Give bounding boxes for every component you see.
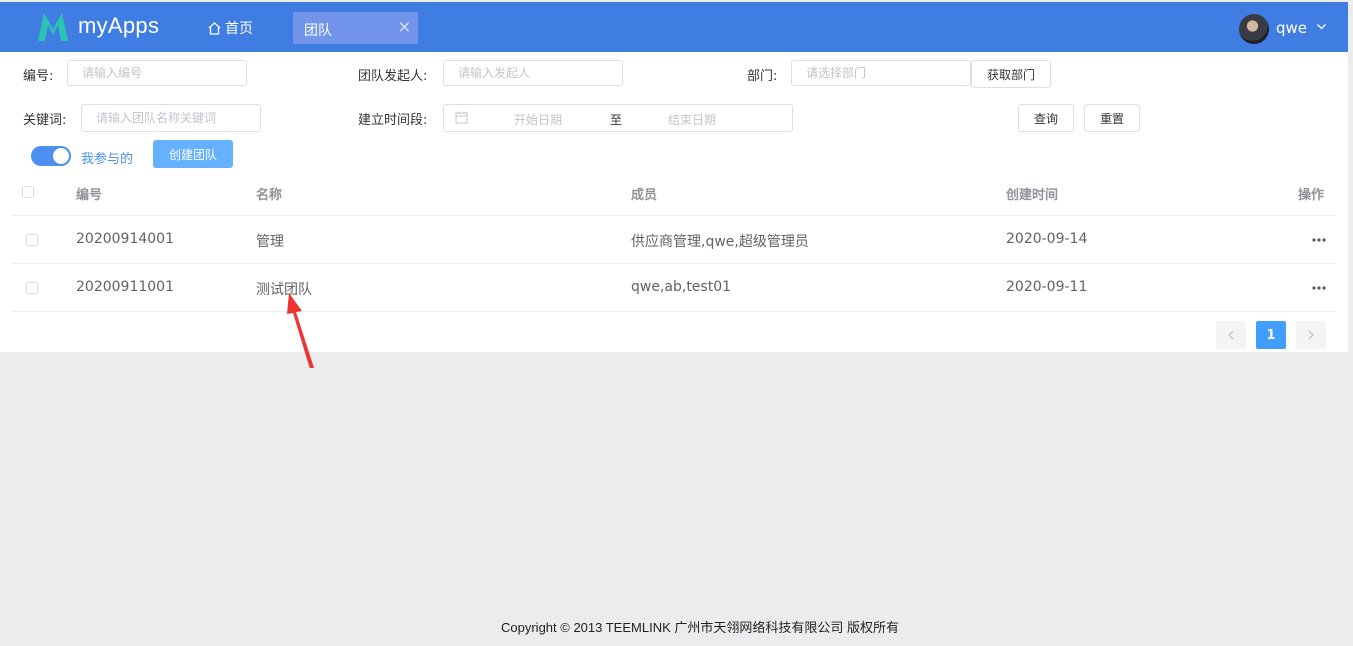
keyword-label: 关键词: <box>23 113 67 128</box>
create-team-button[interactable]: 创建团队 <box>153 140 233 168</box>
table-divider <box>11 263 1336 264</box>
more-icon[interactable] <box>1311 286 1327 290</box>
table-divider <box>11 311 1336 312</box>
row-checkbox[interactable] <box>26 282 38 294</box>
header-created: 创建时间 <box>1006 188 1059 203</box>
header-name: 名称 <box>256 188 283 203</box>
tab-team[interactable]: 团队 × <box>293 12 418 44</box>
row-name[interactable]: 管理 <box>256 231 284 251</box>
chevron-left-icon <box>1228 330 1234 340</box>
close-icon[interactable]: × <box>398 17 411 36</box>
department-label: 部门: <box>747 69 778 84</box>
top-nav-bar: myApps 首页 团队 × qwe <box>0 2 1348 52</box>
nav-home-label: 首页 <box>225 21 253 37</box>
select-all-checkbox[interactable] <box>22 186 34 198</box>
department-select[interactable] <box>791 60 971 86</box>
table-divider <box>11 215 1336 216</box>
footer-copyright: Copyright © 2013 TEEMLINK 广州市天翎网络科技有限公司 … <box>501 620 899 635</box>
row-created: 2020-09-14 <box>1006 231 1088 247</box>
number-label: 编号: <box>23 69 54 84</box>
reset-button[interactable]: 重置 <box>1084 104 1140 132</box>
row-members: qwe,ab,test01 <box>631 279 732 295</box>
row-number: 20200911001 <box>76 279 174 295</box>
content-panel: 编号: 团队发起人: 部门: 获取部门 关键词: 建立时间段: 开始日期 至 结… <box>0 52 1348 352</box>
initiator-input[interactable] <box>443 60 623 86</box>
nav-home-link[interactable]: 首页 <box>208 17 253 39</box>
home-icon <box>208 21 221 35</box>
chevron-down-icon[interactable] <box>1316 21 1327 32</box>
row-number: 20200914001 <box>76 231 174 247</box>
header-actions: 操作 <box>1298 188 1325 203</box>
prev-page-button[interactable] <box>1216 321 1246 349</box>
get-department-button[interactable]: 获取部门 <box>971 60 1051 88</box>
my-participation-toggle[interactable] <box>31 146 71 166</box>
tab-team-label: 团队 <box>304 23 332 39</box>
start-date-input[interactable]: 开始日期 <box>514 111 562 128</box>
range-separator: 至 <box>610 113 623 127</box>
toggle-knob <box>53 148 69 164</box>
row-created: 2020-09-11 <box>1006 279 1088 295</box>
calendar-icon <box>455 111 468 124</box>
row-members: 供应商管理,qwe,超级管理员 <box>631 234 809 250</box>
logo-m-icon[interactable] <box>36 11 70 43</box>
query-button[interactable]: 查询 <box>1018 104 1074 132</box>
avatar[interactable] <box>1239 14 1269 44</box>
toggle-label[interactable]: 我参与的 <box>81 148 133 167</box>
annotation-arrow <box>287 293 314 368</box>
chevron-right-icon <box>1308 330 1314 340</box>
number-input[interactable] <box>67 60 247 86</box>
initiator-label: 团队发起人: <box>358 69 428 84</box>
row-checkbox[interactable] <box>26 234 38 246</box>
keyword-input[interactable] <box>81 104 261 132</box>
user-name[interactable]: qwe <box>1276 19 1307 37</box>
page-number-button[interactable]: 1 <box>1256 321 1286 349</box>
date-range-picker[interactable]: 开始日期 至 结束日期 <box>443 104 793 132</box>
header-members: 成员 <box>631 188 658 203</box>
more-icon[interactable] <box>1311 238 1327 242</box>
end-date-input[interactable]: 结束日期 <box>668 111 716 128</box>
next-page-button[interactable] <box>1296 321 1326 349</box>
header-number: 编号 <box>76 188 103 203</box>
logo-text[interactable]: myApps <box>78 13 159 39</box>
period-label: 建立时间段: <box>358 113 428 128</box>
